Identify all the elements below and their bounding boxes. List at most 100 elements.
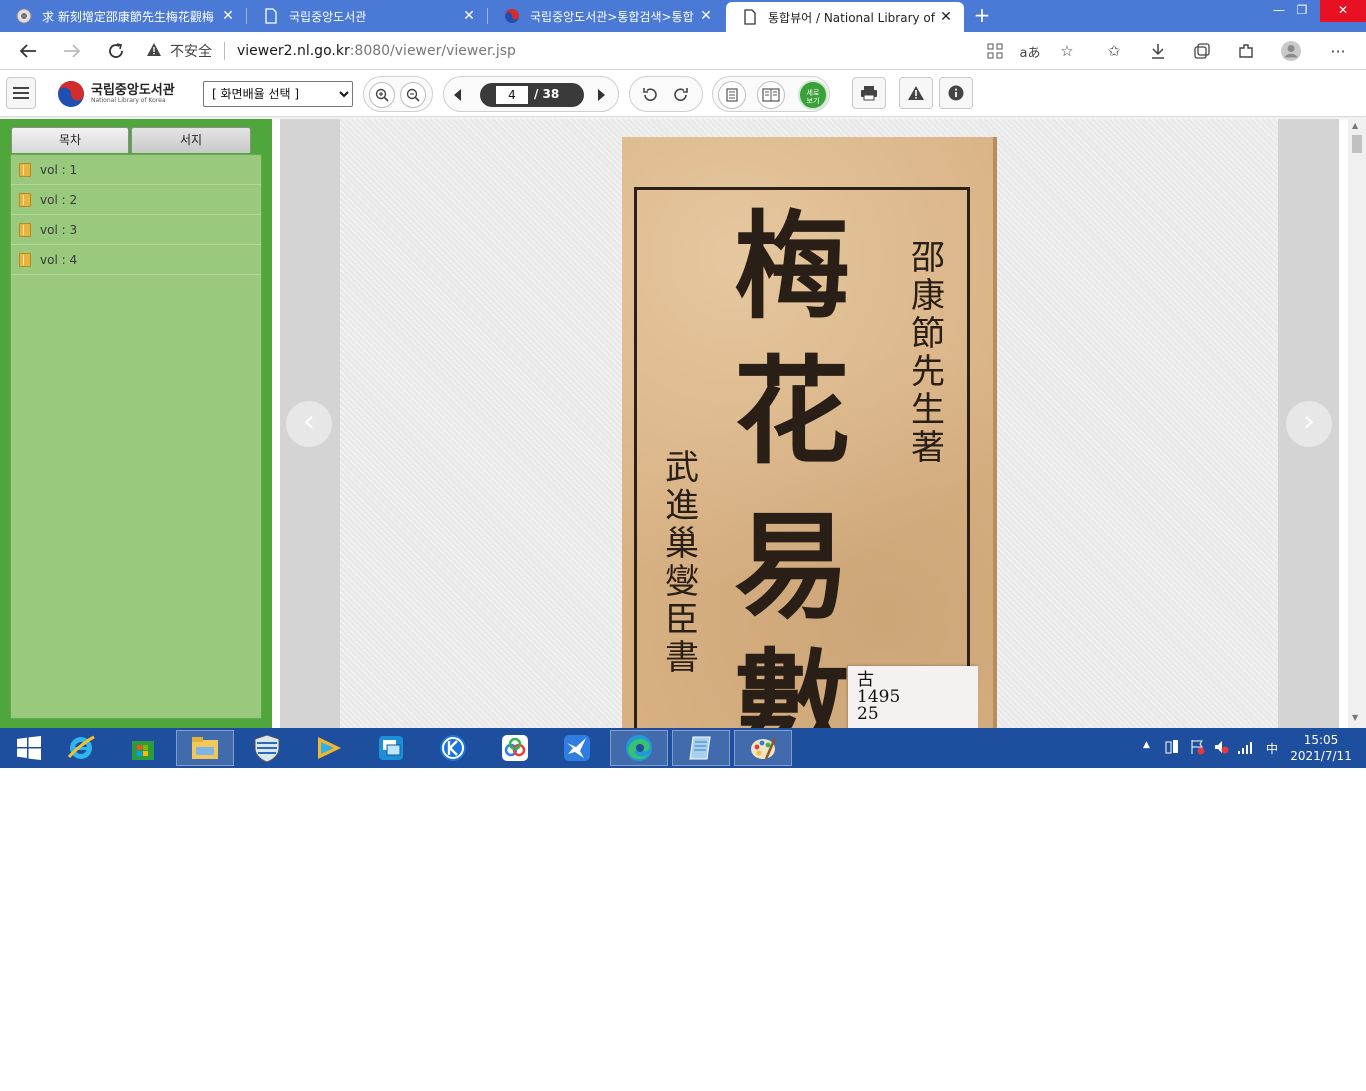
scroll-thumb[interactable]	[1352, 135, 1362, 153]
taegeuk-icon	[504, 8, 520, 24]
double-page-icon[interactable]	[757, 81, 785, 109]
document-viewer[interactable]: ‹ › 梅 花 易 數 邵康節先生著 武進巢燮臣書 古 1495 25	[280, 119, 1339, 763]
scroll-down-icon[interactable]: ▼	[1352, 713, 1358, 722]
refresh-icon[interactable]	[101, 36, 131, 66]
toc-item-vol-1[interactable]: vol : 1	[11, 155, 261, 185]
close-icon[interactable]: ✕	[459, 8, 479, 24]
zoom-out-icon[interactable]	[400, 82, 426, 108]
zoom-preset-select[interactable]: [ 화면배율 선택 ]	[203, 81, 353, 107]
favorites-icon[interactable]: ✩	[1101, 38, 1127, 64]
menu-button[interactable]	[6, 77, 36, 109]
seal-icon	[16, 8, 32, 24]
store-icon[interactable]	[114, 730, 172, 766]
window-close-icon[interactable]: ✕	[1320, 0, 1366, 22]
url-field[interactable]: 不安全 viewer2.nl.go.kr :8080/viewer/viewer…	[146, 36, 1096, 66]
tab-1[interactable]: 求 新刻增定邵康節先生梅花觀梅 ✕	[0, 0, 246, 32]
apps-icon[interactable]	[982, 38, 1008, 64]
start-button[interactable]	[0, 730, 58, 766]
info-button[interactable]	[939, 77, 973, 109]
toc-item-label: vol : 3	[40, 222, 78, 237]
back-icon[interactable]	[13, 36, 43, 66]
more-icon[interactable]: ···	[1325, 38, 1351, 64]
windows-logo-icon	[17, 736, 41, 760]
paint-icon[interactable]	[734, 730, 792, 766]
restore-icon[interactable]: ❐	[1280, 0, 1324, 22]
toc-item-label: vol : 4	[40, 252, 78, 267]
divider	[224, 42, 225, 60]
tab-bibliography[interactable]: 서지	[131, 127, 251, 153]
vertical-view-button[interactable]: 세로 보기	[798, 80, 828, 110]
prev-page-icon[interactable]	[452, 87, 462, 106]
toc-item-vol-3[interactable]: vol : 3	[11, 215, 261, 245]
scroll-up-icon[interactable]: ▲	[1352, 121, 1358, 130]
network-signal-icon[interactable]	[1237, 739, 1253, 758]
profile-avatar-icon[interactable]	[1278, 38, 1304, 64]
edge-browser-icon[interactable]	[610, 730, 668, 766]
tab-title: 국립중앙도서관>통합검색>통합	[530, 9, 694, 24]
notepad-icon[interactable]	[672, 730, 730, 766]
action-center-flag-icon[interactable]	[1189, 739, 1205, 758]
download-icon[interactable]	[1145, 38, 1171, 64]
volume-muted-icon[interactable]	[1213, 739, 1229, 758]
taegeuk-logo-icon	[58, 81, 84, 107]
close-icon[interactable]: ✕	[696, 8, 716, 24]
book-icon	[19, 222, 31, 237]
rotate-left-icon[interactable]	[637, 82, 663, 108]
forward-icon[interactable]	[57, 36, 87, 66]
toc-item-vol-4[interactable]: vol : 4	[11, 245, 261, 275]
title-char-1: 梅	[734, 199, 850, 335]
show-hidden-icons[interactable]: ▲	[1143, 740, 1150, 750]
zoom-in-icon[interactable]	[369, 82, 395, 108]
library-logo[interactable]: 국립중앙도서관 National Library of Korea	[56, 79, 175, 109]
tab-4-active[interactable]: 통합뷰어 / National Library of Ko ✕	[726, 2, 964, 32]
close-icon[interactable]: ✕	[218, 8, 238, 24]
title-char-2: 花	[734, 344, 850, 480]
screen: 求 新刻增定邵康節先生梅花觀梅 ✕ 국립중앙도서관 ✕ 국립중앙도서관>통합검색…	[0, 0, 1366, 768]
security-shield-icon[interactable]	[238, 730, 296, 766]
printer-icon	[861, 86, 877, 101]
info-icon	[948, 85, 964, 101]
prev-arrow-icon[interactable]: ‹	[286, 401, 332, 447]
vertical-view-label: 세로 보기	[806, 89, 820, 105]
bird-app-icon[interactable]	[548, 730, 606, 766]
read-aloud-icon[interactable]: aあ	[1017, 38, 1043, 64]
toc-item-vol-2[interactable]: vol : 2	[11, 185, 261, 215]
media-player-icon[interactable]	[300, 730, 358, 766]
tab-table-of-contents[interactable]: 목차	[11, 127, 129, 153]
report-button[interactable]	[899, 77, 933, 109]
rotate-right-icon[interactable]	[668, 82, 694, 108]
vertical-scrollbar[interactable]: ▲ ▼	[1348, 119, 1366, 728]
toc-list: vol : 1 vol : 2 vol : 3 vol : 4	[10, 154, 262, 719]
system-clock[interactable]: 15:05 2021/7/11	[1290, 732, 1352, 764]
ime-indicator[interactable]: 中	[1266, 740, 1278, 757]
next-page-icon[interactable]	[597, 87, 607, 106]
print-button[interactable]	[852, 77, 886, 109]
single-page-icon[interactable]	[718, 81, 746, 109]
call-number: 古 1495 25	[857, 670, 901, 724]
device-icon[interactable]	[1164, 739, 1180, 758]
next-arrow-icon[interactable]: ›	[1286, 401, 1332, 447]
virtual-machine-icon[interactable]	[362, 730, 420, 766]
cloud-drive-icon[interactable]	[486, 730, 544, 766]
tab-2[interactable]: 국립중앙도서관 ✕	[247, 0, 487, 32]
tab-title: 求 新刻增定邵康節先生梅花觀梅	[42, 9, 214, 24]
security-label[interactable]: 不安全	[170, 41, 212, 61]
add-favorite-icon[interactable]: ☆	[1054, 38, 1080, 64]
browser-tab-strip: 求 新刻增定邵康節先生梅花觀梅 ✕ 국립중앙도서관 ✕ 국립중앙도서관>통합검색…	[0, 0, 1366, 32]
tab-3[interactable]: 국립중앙도서관>통합검색>통합 ✕	[488, 0, 724, 32]
page-number-input[interactable]	[496, 86, 528, 104]
extensions-icon[interactable]	[1233, 38, 1259, 64]
sidebar-panel: 목차 서지 vol : 1 vol : 2 vol : 3 vol : 4	[9, 127, 263, 721]
title-char-3: 易	[734, 499, 850, 635]
tab-title: 통합뷰어 / National Library of Ko	[768, 10, 936, 25]
book-icon	[19, 252, 31, 267]
close-icon[interactable]: ✕	[936, 9, 956, 25]
file-explorer-icon[interactable]	[176, 730, 234, 766]
internet-explorer-icon[interactable]	[52, 730, 110, 766]
tab-title: 국립중앙도서관	[289, 9, 367, 24]
collections-icon[interactable]	[1189, 38, 1215, 64]
k-app-icon[interactable]	[424, 730, 482, 766]
logo-korean: 국립중앙도서관	[91, 82, 175, 98]
new-tab-button[interactable]: +	[970, 4, 994, 28]
clock-time: 15:05	[1303, 733, 1339, 747]
